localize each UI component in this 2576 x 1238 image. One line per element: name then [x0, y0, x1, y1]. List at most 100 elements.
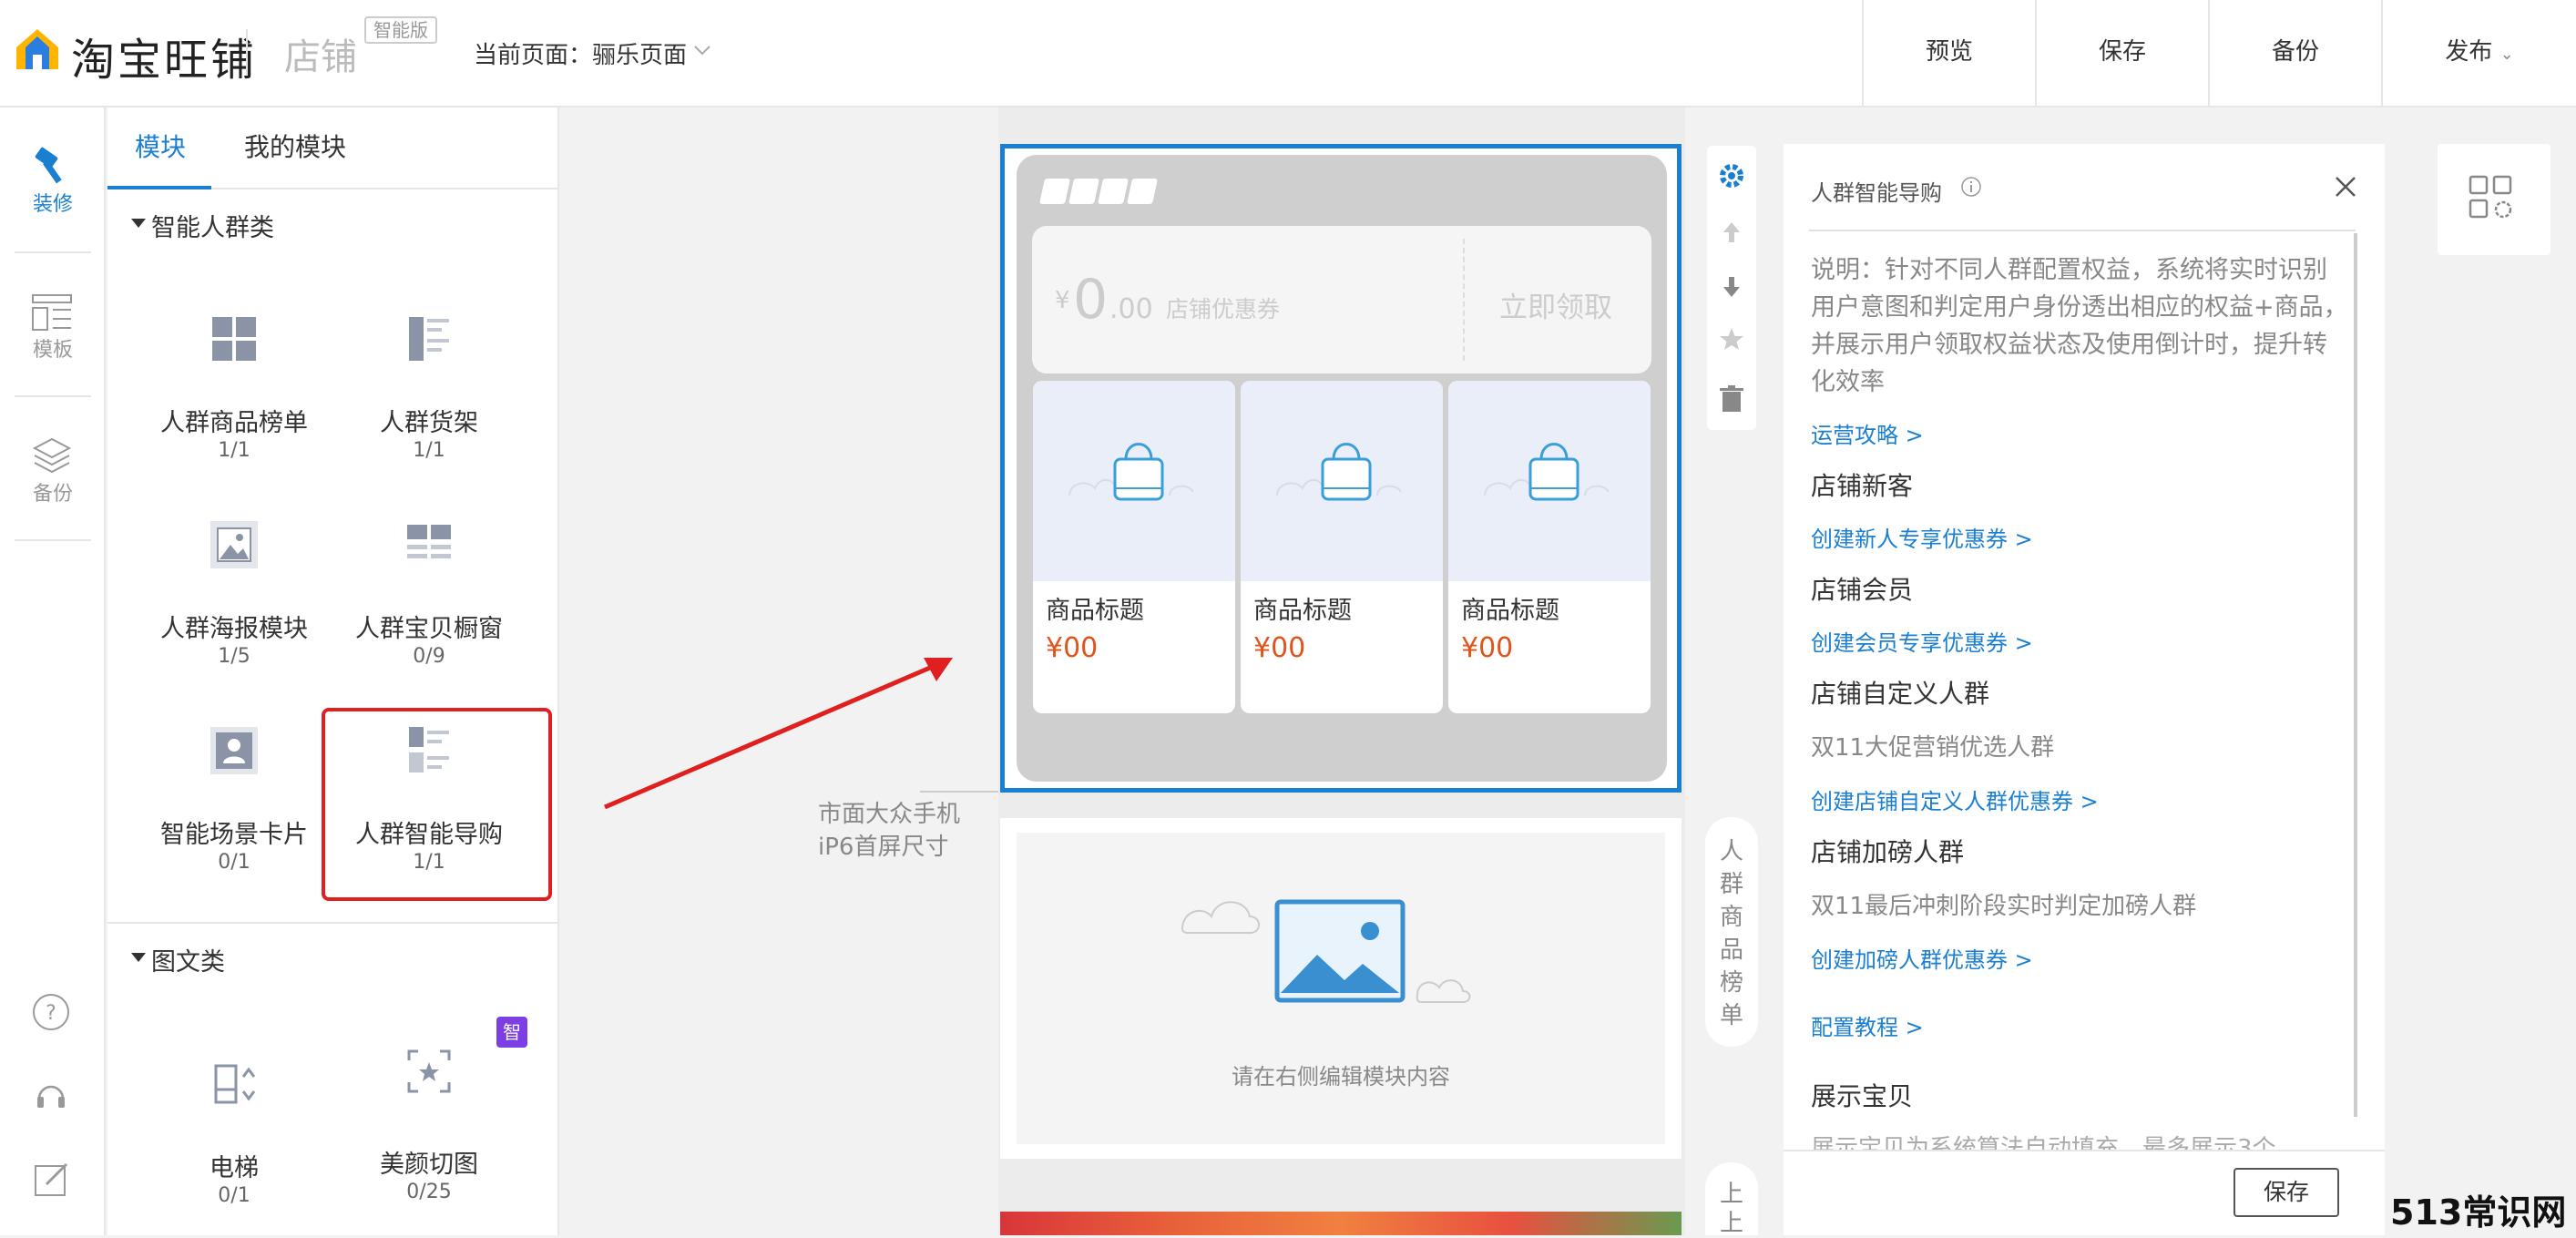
create-boost-coupon-link[interactable]: 创建加磅人群优惠券 > — [1811, 942, 2033, 974]
new-customer-heading: 店铺新客 — [1811, 471, 1914, 501]
module-name: 人群货架 — [380, 409, 478, 437]
image-icon — [210, 521, 258, 568]
template-icon[interactable] — [31, 293, 73, 332]
preview-button[interactable]: 预览 — [1862, 0, 2035, 107]
edit-icon[interactable] — [32, 1161, 70, 1199]
shelf-icon — [409, 317, 449, 361]
header-bar — [1068, 179, 1099, 204]
vertical-label-char: 品 — [1719, 936, 1743, 964]
member-heading: 店铺会员 — [1811, 575, 1914, 605]
create-member-coupon-link[interactable]: 创建会员专享优惠券 > — [1811, 625, 2033, 657]
module-count: 1/1 — [218, 439, 250, 462]
rail-item-backup[interactable]: 备份 — [0, 477, 106, 506]
claim-coupon-button[interactable]: 立即领取 — [1499, 284, 1612, 325]
watermark-text: 513常识网 — [2390, 1192, 2567, 1233]
arrow-down-icon[interactable] — [1707, 262, 1756, 312]
product-price: ¥00 — [1461, 632, 1514, 664]
module-panel — [107, 107, 559, 1235]
product-title: 商品标题 — [1461, 597, 1559, 625]
collapse-triangle-icon[interactable] — [131, 219, 146, 228]
svg-text:?: ? — [46, 1002, 56, 1025]
display-items-desc: 展示宝贝为系统算法自动填充，最多展示3个 — [1811, 1135, 2276, 1150]
headset-icon[interactable] — [32, 1077, 70, 1115]
tab-my-modules[interactable]: 我的模块 — [244, 128, 346, 164]
screen-size-line-1: 市面大众手机 — [818, 801, 961, 828]
product-price: ¥00 — [1046, 632, 1099, 664]
module-name: 人群商品榜单 — [160, 409, 308, 437]
grid-icon — [212, 317, 256, 361]
product-title: 商品标题 — [1253, 597, 1352, 625]
settings-footer-divider — [1784, 1150, 2385, 1151]
smart-badge: 智 — [496, 1017, 527, 1048]
product-image — [1033, 381, 1235, 581]
elevator-icon — [214, 1064, 256, 1104]
star-icon[interactable] — [1707, 315, 1756, 364]
rail-divider — [15, 251, 91, 253]
chevron-down-icon[interactable] — [692, 40, 712, 60]
vertical-label-char: 单 — [1719, 1002, 1743, 1029]
active-tab-underline — [107, 186, 211, 189]
close-icon[interactable] — [2332, 173, 2359, 200]
module-count: 0/1 — [218, 1184, 250, 1207]
settings-scrollbar[interactable] — [2354, 233, 2357, 1117]
product-title: 商品标题 — [1046, 597, 1144, 625]
chevron-down-icon: ⌄ — [2499, 45, 2514, 64]
settings-save-button[interactable]: 保存 — [2234, 1168, 2339, 1217]
publish-button[interactable]: 发布 ⌄ — [2381, 0, 2576, 107]
crop-icon — [407, 1049, 451, 1093]
section-title-smart-crowd[interactable]: 智能人群类 — [151, 208, 274, 243]
shopping-bag-icon — [1484, 443, 1610, 501]
module-count: 1/1 — [413, 439, 445, 462]
product-card[interactable]: 商品标题 ¥00 — [1033, 381, 1235, 713]
user-card-icon — [210, 727, 258, 774]
banner-module[interactable] — [1000, 1212, 1682, 1235]
info-icon[interactable] — [1960, 176, 1982, 198]
logo-divider — [246, 29, 248, 75]
tutorial-link[interactable]: 配置教程 > — [1811, 1009, 1924, 1041]
strategy-link[interactable]: 运营攻略 > — [1811, 417, 1924, 449]
settings-divider — [1809, 230, 2356, 231]
settings-description: 说明：针对不同人群配置权益，系统将实时识别用户意图和判定用户身份透出相应的权益+… — [1811, 256, 2348, 396]
module-name: 人群宝贝橱窗 — [355, 615, 503, 643]
save-button[interactable]: 保存 — [2035, 0, 2208, 107]
hammer-icon[interactable] — [31, 146, 73, 188]
trash-icon[interactable] — [1707, 375, 1756, 425]
vertical-label-char: 群 — [1719, 871, 1743, 898]
help-icon[interactable]: ? — [32, 993, 70, 1031]
shop-label: 店铺 — [284, 36, 357, 78]
product-price: ¥00 — [1253, 632, 1306, 664]
arrow-up-icon[interactable] — [1707, 208, 1756, 257]
tab-modules[interactable]: 模块 — [135, 128, 186, 164]
vertical-label-char: 上 — [1719, 1210, 1743, 1237]
screen-size-line-2: iP6首屏尺寸 — [818, 834, 949, 861]
create-new-customer-coupon-link[interactable]: 创建新人专享优惠券 > — [1811, 521, 2033, 553]
product-image — [1448, 381, 1651, 581]
rail-item-decorate[interactable]: 装修 — [0, 188, 106, 217]
product-card[interactable]: 商品标题 ¥00 — [1448, 381, 1651, 713]
coupon-amount: 0 — [1073, 268, 1109, 332]
vertical-label-char: 榜 — [1719, 969, 1743, 997]
create-custom-crowd-coupon-link[interactable]: 创建店铺自定义人群优惠券 > — [1811, 783, 2099, 815]
rail-item-template[interactable]: 模板 — [0, 333, 106, 363]
layers-icon[interactable] — [31, 435, 73, 476]
boost-crowd-desc: 双11最后冲刺阶段实时判定加磅人群 — [1811, 893, 2197, 920]
header-bar — [1098, 179, 1129, 204]
section-title-image-text[interactable]: 图文类 — [151, 942, 225, 977]
coupon-currency: ¥ — [1055, 287, 1070, 314]
gear-icon[interactable] — [1707, 151, 1756, 200]
product-card[interactable]: 商品标题 ¥00 — [1241, 381, 1443, 713]
module-name: 电梯 — [210, 1154, 259, 1182]
collapse-triangle-icon[interactable] — [131, 953, 146, 962]
vertical-label-char: 人 — [1719, 838, 1743, 865]
rail-divider — [15, 395, 91, 397]
current-page-select[interactable]: 骊乐页面 — [592, 36, 687, 70]
window-icon — [407, 525, 451, 558]
module-count: 0/25 — [406, 1181, 452, 1203]
shopping-bag-icon — [1068, 443, 1194, 501]
screen-size-label: 市面大众手机 iP6首屏尺寸 — [818, 798, 960, 864]
backup-button[interactable]: 备份 — [2208, 0, 2381, 107]
vertical-label-char: 商 — [1719, 904, 1743, 931]
coupon-label: 店铺优惠券 — [1166, 296, 1281, 322]
rail-divider — [15, 539, 91, 541]
current-page-label: 当前页面： — [474, 42, 593, 69]
